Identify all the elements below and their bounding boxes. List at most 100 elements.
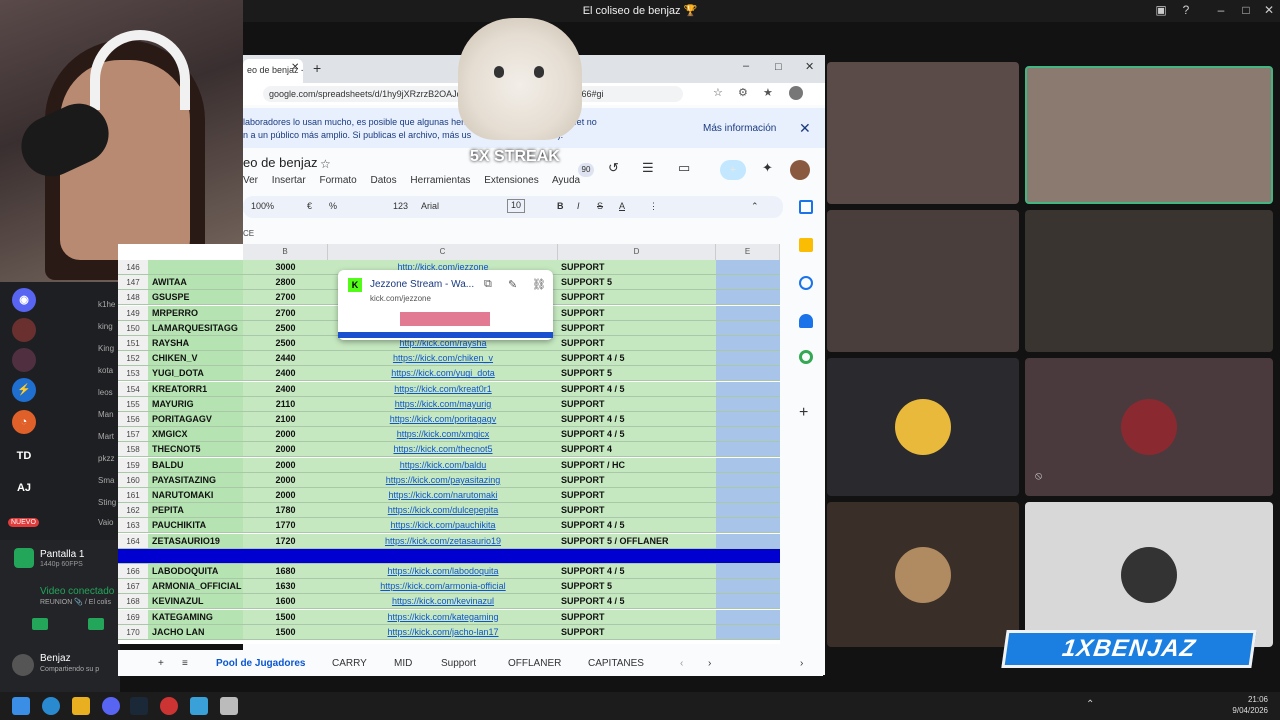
empty-cell[interactable] [716,412,780,427]
player-name-cell[interactable]: KEVINAZUL [148,594,243,610]
table-row[interactable]: 157 XMGICX 2000 https://kick.com/xmgicx SUPP… [118,427,780,443]
stream-link-cell[interactable]: https://kick.com/mayurig [328,396,558,412]
stream-link-cell[interactable]: https://kick.com/dulcepepita [328,503,558,519]
calculator-icon[interactable] [220,697,238,715]
close-button[interactable]: ✕ [805,60,814,73]
mmr-cell[interactable]: 2800 [243,275,328,291]
close-icon[interactable]: ✕ [799,120,811,137]
tasks-icon[interactable] [799,276,813,290]
column-header[interactable]: C [328,244,558,260]
empty-cell[interactable] [716,488,780,503]
bold-button[interactable]: B [557,201,564,211]
server-icon[interactable]: ◔ [12,410,36,434]
player-name-cell[interactable]: PEPITA [148,503,243,519]
role-cell[interactable]: SUPPORT 4 / 5 [558,518,716,534]
chevron-left-icon[interactable]: ‹ [680,658,683,669]
empty-cell[interactable] [716,366,780,382]
row-number[interactable]: 147 [118,275,148,291]
empty-cell[interactable] [716,548,780,564]
table-row[interactable]: 152 CHIKEN_V 2440 https://kick.com/chiken_v… [118,351,780,367]
member-name[interactable]: Sting [98,498,116,507]
discord-icon[interactable] [102,697,120,715]
number-format-button[interactable]: 123 [393,201,408,211]
minimize-button[interactable]: – [1210,3,1232,19]
stream-link-cell[interactable]: https://kick.com/kreat0r1 [328,381,558,397]
row-number[interactable]: 157 [118,427,148,443]
row-number[interactable]: 151 [118,336,148,351]
chevron-up-icon[interactable]: ⌃ [1086,699,1094,710]
row-number[interactable]: 159 [118,457,148,473]
clock-time[interactable]: 21:06 [1222,695,1268,704]
role-cell[interactable]: SUPPORT 4 [558,442,716,458]
stream-link-cell[interactable]: https://kick.com/kategaming [328,609,558,625]
player-name-cell[interactable]: PAUCHIKITA [148,518,243,534]
percent-button[interactable]: % [329,201,337,211]
row-number[interactable]: 170 [118,624,148,640]
table-row[interactable]: 153 YUGI_DOTA 2400 https://kick.com/yugi_do… [118,366,780,382]
sheet-tab[interactable]: Support [441,658,476,669]
table-row[interactable]: 162 PEPITA 1780 https://kick.com/dulcepepit… [118,503,780,519]
mmr-cell[interactable]: 1780 [243,503,328,519]
empty-cell[interactable] [716,442,780,458]
name-box[interactable]: CE [243,229,254,238]
role-cell[interactable]: SUPPORT 5 [558,579,716,595]
voice-channel[interactable]: REUNION 📎 / El colis [40,598,111,606]
participant-video[interactable] [827,210,1019,352]
empty-cell[interactable] [716,564,780,579]
font-size-input[interactable]: 10 [507,199,526,213]
stream-link-cell[interactable]: https://kick.com/chiken_v [328,351,558,367]
player-name-cell[interactable]: RAYSHA [148,336,243,351]
stream-link-cell[interactable]: https://kick.com/armonia-official [328,579,558,595]
empty-cell[interactable] [716,533,780,549]
menu-item[interactable]: Herramientas [410,175,470,186]
participant-tile[interactable]: ⦸ [1025,358,1273,496]
row-number[interactable]: 152 [118,351,148,367]
role-cell[interactable] [558,548,716,564]
stream-link-cell[interactable]: https://kick.com/baldu [328,457,558,473]
row-number[interactable]: 155 [118,396,148,412]
row-number[interactable]: 148 [118,290,148,306]
row-number[interactable]: 150 [118,320,148,336]
table-row[interactable]: 159 BALDU 2000 https://kick.com/baldu SUPPOR… [118,457,780,473]
currency-button[interactable]: € [307,201,312,211]
help-icon[interactable]: ? [1175,3,1197,19]
role-cell[interactable]: SUPPORT 4 / 5 [558,412,716,427]
chevron-right-icon[interactable]: › [800,658,803,669]
player-name-cell[interactable]: KATEGAMING [148,609,243,625]
role-cell[interactable]: SUPPORT [558,488,716,503]
popup-title[interactable]: Jezzone Stream - Wa... [370,279,474,290]
strikethrough-button[interactable]: S [597,201,603,211]
participant-video[interactable] [1025,66,1273,204]
mmr-cell[interactable]: 2700 [243,305,328,321]
more-icon[interactable]: ⋮ [649,201,658,212]
role-cell[interactable]: SUPPORT [558,336,716,351]
player-name-cell[interactable]: MAYURIG [148,396,243,412]
font-select[interactable]: Arial [421,201,439,211]
share-button[interactable]: + [720,160,746,180]
calendar-icon[interactable] [799,200,813,214]
mmr-cell[interactable]: 2500 [243,336,328,351]
minimize-button[interactable]: – [743,60,749,72]
server-icon[interactable] [12,318,36,342]
server-aj[interactable]: AJ [12,476,36,500]
copy-icon[interactable]: ⧉ [484,278,492,291]
member-name[interactable]: King [98,344,114,353]
chrome-icon[interactable] [160,697,178,715]
menu-item[interactable]: Formato [319,175,356,186]
column-header[interactable]: B [243,244,328,260]
role-cell[interactable]: SUPPORT 5 [558,366,716,382]
contacts-icon[interactable] [799,314,813,328]
camera-toggle-icon[interactable] [32,618,48,630]
stream-link-cell[interactable]: https://kick.com/jacho-lan17 [328,624,558,640]
mmr-cell[interactable]: 2440 [243,351,328,367]
tab-close-icon[interactable]: ✕ [291,62,299,73]
sheet-tab[interactable]: MID [394,658,412,669]
empty-cell[interactable] [716,351,780,367]
row-number[interactable]: 160 [118,472,148,488]
role-cell[interactable]: SUPPORT 4 / 5 [558,351,716,367]
role-cell[interactable]: SUPPORT [558,260,716,275]
extension-icon[interactable]: ⚙ [738,86,748,99]
member-name[interactable]: Sma [98,476,114,485]
mmr-cell[interactable]: 1680 [243,564,328,579]
table-row[interactable]: 169 KATEGAMING 1500 https://kick.com/katega… [118,609,780,625]
